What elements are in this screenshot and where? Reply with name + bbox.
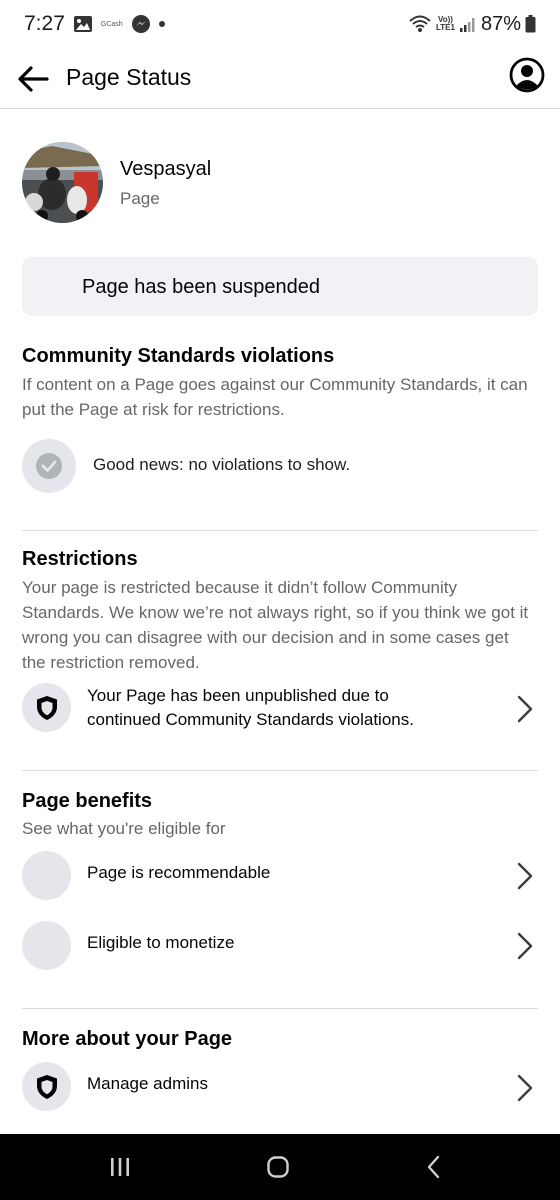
notification-dot-icon <box>158 21 165 27</box>
shield-icon <box>36 1074 57 1099</box>
volte-icon: Vo)) LTE1 <box>436 16 455 32</box>
benefit-item-label: Eligible to monetize <box>87 933 235 952</box>
page-name: Vespasyal <box>120 158 212 180</box>
gcash-icon: GCash <box>100 20 123 28</box>
home-button[interactable] <box>258 1150 298 1184</box>
community-standards-title: Community Standards violations <box>22 345 335 367</box>
gallery-icon <box>73 15 93 33</box>
restrictions-description: Your page is restricted because it didn’… <box>22 578 529 672</box>
restriction-item-line2: continued Community Standards violations… <box>87 710 414 729</box>
top-app-bar: Page Status <box>0 48 560 109</box>
shield-icon <box>36 695 57 720</box>
recents-button[interactable] <box>100 1150 140 1184</box>
home-icon <box>267 1156 289 1178</box>
manage-admins-icon-circle <box>22 1062 71 1111</box>
restriction-icon-circle <box>22 683 71 732</box>
nav-back-icon <box>427 1155 440 1179</box>
violations-status-icon-circle <box>22 439 76 493</box>
status-bar: 7:27 GCash Vo)) LTE1 87% <box>0 0 560 48</box>
benefit-item-recommendable[interactable]: Page is recommendable <box>0 850 560 902</box>
back-arrow-icon <box>18 66 49 92</box>
wifi-icon <box>408 14 432 34</box>
check-icon <box>36 453 62 479</box>
restriction-item-text: Your Page has been unpublished due to co… <box>87 684 414 732</box>
chevron-right-icon <box>514 693 536 725</box>
recents-icon <box>111 1158 129 1176</box>
suspended-banner-text: Page has been suspended <box>82 276 320 298</box>
divider <box>22 1008 538 1009</box>
more-about-page-title: More about your Page <box>22 1028 233 1050</box>
status-bar-left: 7:27 GCash <box>24 12 165 36</box>
manage-admins-item[interactable]: Manage admins <box>0 1062 560 1114</box>
status-bar-right: Vo)) LTE1 87% <box>408 13 536 36</box>
violations-status-text: Good news: no violations to show. <box>93 455 351 474</box>
benefit-icon-circle <box>22 851 71 900</box>
profile-button[interactable] <box>508 56 546 94</box>
page-benefits-subtitle: See what you're eligible for <box>22 819 226 838</box>
page-avatar[interactable] <box>22 142 103 223</box>
chevron-right-icon <box>514 930 536 962</box>
volte-line2: LTE1 <box>436 23 455 32</box>
battery-icon <box>525 15 536 33</box>
suspended-banner: Page has been suspended <box>22 257 538 316</box>
manage-admins-label: Manage admins <box>87 1074 208 1093</box>
page-type: Page <box>120 189 160 208</box>
divider <box>22 770 538 771</box>
system-back-button[interactable] <box>414 1150 454 1184</box>
battery-percent: 87% <box>480 12 521 35</box>
restriction-item-line1: Your Page has been unpublished due to <box>87 686 389 705</box>
benefit-item-label: Page is recommendable <box>87 863 271 882</box>
benefit-icon-circle <box>22 921 71 970</box>
chevron-right-icon <box>514 1072 536 1104</box>
page-title: Page Status <box>66 64 192 90</box>
chevron-right-icon <box>514 860 536 892</box>
system-navigation-bar <box>0 1134 560 1200</box>
back-button[interactable] <box>14 60 52 98</box>
divider <box>22 530 538 531</box>
restrictions-title: Restrictions <box>22 548 138 570</box>
clock: 7:27 <box>24 12 65 35</box>
benefit-item-monetize[interactable]: Eligible to monetize <box>0 920 560 972</box>
signal-icon <box>459 15 477 33</box>
community-standards-description: If content on a Page goes against our Co… <box>22 375 528 419</box>
restriction-item[interactable]: Your Page has been unpublished due to co… <box>0 680 560 740</box>
page-benefits-title: Page benefits <box>22 790 153 812</box>
messenger-icon <box>131 14 151 34</box>
profile-icon <box>509 57 545 93</box>
